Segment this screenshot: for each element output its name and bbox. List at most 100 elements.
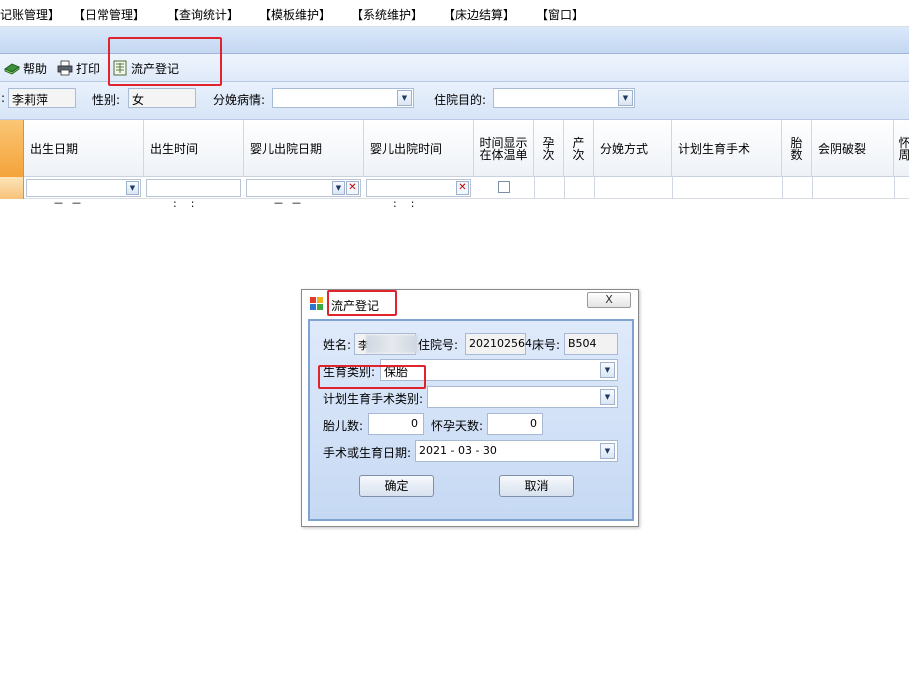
- col-show-time-on-chart[interactable]: 时间显示在体温单: [474, 120, 534, 177]
- close-icon: X: [605, 293, 613, 306]
- chevron-down-icon[interactable]: ▼: [397, 90, 412, 106]
- help-label: 帮助: [23, 61, 48, 76]
- admission-purpose-select[interactable]: ▼: [493, 88, 635, 108]
- birth-date-cell[interactable]: － － ▼: [26, 179, 141, 210]
- bed-no-field[interactable]: B504: [564, 333, 618, 355]
- abortion-register-dialog: 流产登记 X 姓名: 李 住院号: 202102564 床号: B504 生育类…: [301, 289, 639, 527]
- col-label: 胎数: [790, 135, 803, 162]
- dialog-body: 姓名: 李 住院号: 202102564 床号: B504 生育类别: 保胎 ▼…: [308, 319, 634, 521]
- toolbar: 帮助 打印 流产登记: [0, 54, 909, 82]
- ok-button[interactable]: 确定: [359, 475, 434, 497]
- row-header-corner: [0, 120, 24, 177]
- birth-time-cell[interactable]: : :: [146, 179, 241, 210]
- col-parity[interactable]: 产次: [564, 120, 594, 177]
- col-label: 出生时间: [150, 142, 199, 156]
- menu-accounting[interactable]: 记账管理】: [0, 6, 60, 23]
- close-button[interactable]: X: [587, 292, 631, 308]
- menu-window[interactable]: 【窗口】: [536, 6, 584, 23]
- row-selector[interactable]: [0, 177, 24, 199]
- menu-query-statistics[interactable]: 【查询统计】: [167, 6, 239, 23]
- col-gestation-weeks[interactable]: 怀周: [894, 120, 909, 177]
- birth-type-select[interactable]: 保胎 ▼: [380, 359, 618, 381]
- book-icon: [4, 63, 20, 75]
- fp-surgery-type-select[interactable]: ▼: [427, 386, 618, 408]
- surgery-date-value: 2021 - 03 - 30: [419, 444, 497, 457]
- chevron-down-icon[interactable]: ▼: [600, 362, 615, 378]
- col-label: 计划生育手术: [678, 142, 751, 156]
- divider: [534, 177, 535, 199]
- discharge-date-cell[interactable]: － － ▼ ✕: [246, 179, 361, 210]
- birth-date-value: － －: [53, 197, 82, 210]
- divider: [564, 177, 565, 199]
- menu-system-maintenance[interactable]: 【系统维护】: [351, 6, 423, 23]
- admission-no-label: 住院号:: [418, 338, 459, 352]
- col-birth-date[interactable]: 出生日期: [24, 120, 144, 177]
- menu-daily-management[interactable]: 【日常管理】: [73, 6, 145, 23]
- admission-purpose-label: 住院目的:: [434, 93, 487, 107]
- print-label: 打印: [76, 61, 101, 76]
- chevron-down-icon[interactable]: ▼: [332, 181, 345, 195]
- pregnancy-days-label: 怀孕天数:: [431, 419, 484, 433]
- col-label: 时间显示在体温单: [479, 135, 528, 162]
- admission-no-value: 202102564: [469, 337, 532, 350]
- bed-no-label: 床号:: [532, 338, 561, 352]
- name-label: :: [1, 91, 6, 105]
- name-field[interactable]: 李莉萍: [8, 88, 76, 108]
- redacted-area: [366, 335, 418, 353]
- col-label: 怀周: [898, 135, 909, 162]
- col-label: 会阴破裂: [818, 142, 867, 156]
- delivery-condition-select[interactable]: ▼: [272, 88, 414, 108]
- gender-field[interactable]: 女: [128, 88, 196, 108]
- name-label: 姓名:: [323, 338, 352, 352]
- table-row[interactable]: － － ▼ : : － － ▼ ✕ : : ✕: [0, 177, 909, 210]
- col-perineal-tear[interactable]: 会阴破裂: [812, 120, 894, 177]
- col-fetus-count[interactable]: 胎数: [782, 120, 812, 177]
- menu-bedside-settlement[interactable]: 【床边结算】: [443, 6, 515, 23]
- fp-surgery-type-label: 计划生育手术类别:: [323, 392, 424, 406]
- fetus-count-field[interactable]: 0: [368, 413, 424, 435]
- chevron-down-icon[interactable]: ▼: [600, 443, 615, 459]
- chevron-down-icon[interactable]: ▼: [600, 389, 615, 405]
- col-label: 分娩方式: [600, 142, 649, 156]
- cancel-button[interactable]: 取消: [499, 475, 574, 497]
- divider: [894, 177, 895, 199]
- col-baby-discharge-date[interactable]: 婴儿出院日期: [244, 120, 364, 177]
- clear-icon[interactable]: ✕: [346, 181, 359, 195]
- surgery-date-picker[interactable]: 2021 - 03 - 30 ▼: [415, 440, 618, 462]
- divider: [672, 177, 673, 199]
- pregnancy-days-value: 0: [530, 417, 537, 430]
- col-gravidity[interactable]: 孕次: [534, 120, 564, 177]
- grid-header: 出生日期 出生时间 婴儿出院日期 婴儿出院时间 时间显示在体温单 孕次 产次 分…: [0, 120, 909, 177]
- discharge-time-cell[interactable]: : : ✕: [366, 179, 471, 210]
- col-label: 产次: [572, 135, 585, 162]
- patient-info-bar: : 李莉萍 性别: 女 分娩病情: ▼ 住院目的: ▼: [0, 82, 909, 120]
- col-delivery-method[interactable]: 分娩方式: [594, 120, 672, 177]
- delivery-condition-label: 分娩病情:: [213, 93, 266, 107]
- menu-template-maintenance[interactable]: 【模板维护】: [259, 6, 331, 23]
- dialog-title: 流产登记: [331, 299, 380, 313]
- fetus-count-value: 0: [411, 417, 418, 430]
- discharge-date-value: － －: [273, 197, 302, 210]
- ribbon-band: [0, 27, 909, 54]
- help-button[interactable]: 帮助: [4, 59, 47, 77]
- col-family-planning-surgery[interactable]: 计划生育手术: [672, 120, 782, 177]
- chevron-down-icon[interactable]: ▼: [126, 181, 139, 195]
- printer-icon: [57, 60, 73, 76]
- chevron-down-icon[interactable]: ▼: [618, 90, 633, 106]
- gender-label: 性别:: [92, 93, 121, 107]
- birth-time-value: : :: [173, 197, 195, 210]
- pregnancy-days-field[interactable]: 0: [487, 413, 543, 435]
- dialog-titlebar[interactable]: 流产登记 X: [302, 290, 638, 318]
- clear-icon[interactable]: ✕: [456, 181, 469, 195]
- col-baby-discharge-time[interactable]: 婴儿出院时间: [364, 120, 474, 177]
- print-button[interactable]: 打印: [57, 59, 100, 77]
- menu-bar: 记账管理】 【日常管理】 【查询统计】 【模板维护】 【系统维护】 【床边结算】…: [0, 0, 909, 27]
- show-on-chart-checkbox[interactable]: [498, 181, 510, 193]
- col-birth-time[interactable]: 出生时间: [144, 120, 244, 177]
- admission-no-field[interactable]: 202102564: [465, 333, 532, 355]
- abortion-register-button[interactable]: 流产登记: [112, 59, 179, 77]
- col-label: 婴儿出院日期: [250, 142, 323, 156]
- discharge-time-value: : :: [393, 197, 415, 210]
- fetus-count-label: 胎儿数:: [323, 419, 364, 433]
- col-label: 出生日期: [30, 142, 79, 156]
